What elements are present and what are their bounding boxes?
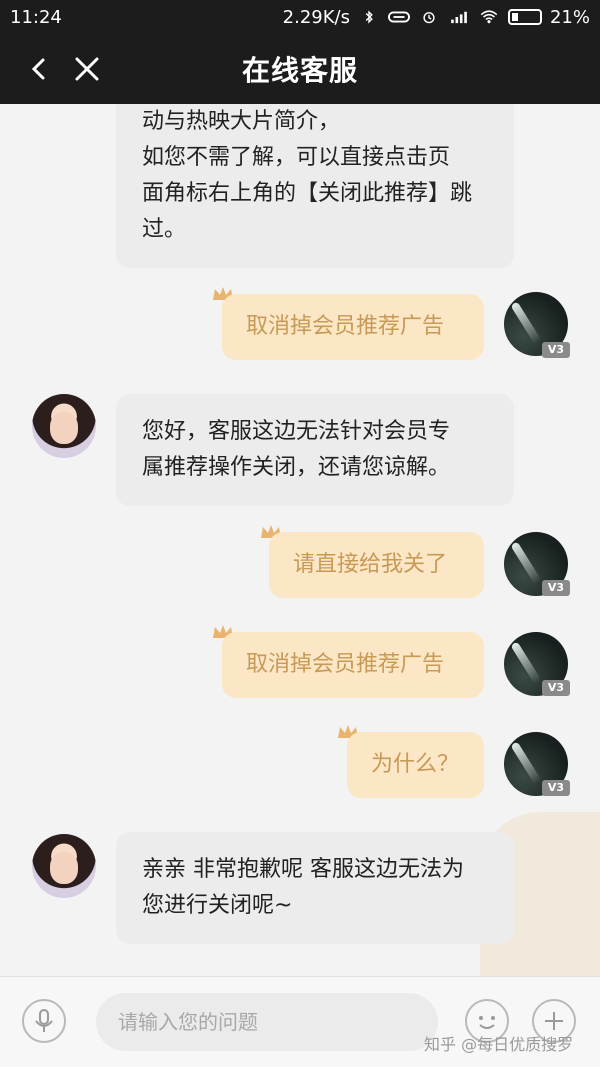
page-title: 在线客服 <box>241 54 358 87</box>
status-time: 11:24 <box>10 6 62 28</box>
message-line: 动与热映大片简介， <box>142 109 341 134</box>
signal-icon <box>451 11 467 24</box>
alarm-icon <box>423 12 435 24</box>
battery-icon <box>507 9 542 25</box>
vip-badge: V3 <box>542 342 570 358</box>
status-bar: 11:24 2.29K/s 21% <box>0 0 600 34</box>
message-line: 如您不需了解，可以直接点击页 <box>142 145 451 170</box>
voice-button[interactable] <box>22 999 66 1043</box>
close-icon[interactable] <box>70 52 104 86</box>
link-icon <box>387 11 410 23</box>
watermark-text: 知乎 @每日优质搜罗 <box>424 1035 574 1054</box>
vip-badge: V3 <box>542 680 570 696</box>
vip-badge: V3 <box>542 580 570 596</box>
agent-avatar[interactable] <box>32 394 96 458</box>
user-message: 请直接给我关了 <box>269 532 484 598</box>
user-message: 为什么？ <box>347 732 484 798</box>
input-bar: 知乎 @每日优质搜罗 <box>0 976 600 1067</box>
agent-message: 动与热映大片简介， 如您不需了解，可以直接点击页 面角标右上角的【关闭此推荐】跳… <box>116 104 514 268</box>
message-line: 亲亲 非常抱歉呢 客服这边无法为 <box>142 857 464 882</box>
message-text: 为什么？ <box>371 752 460 777</box>
battery-percent: 21% <box>549 6 590 28</box>
message-line: 面角标右上角的【关闭此推荐】跳 <box>142 181 473 206</box>
message-line: 过。 <box>142 217 187 242</box>
bluetooth-icon <box>365 10 373 24</box>
message-text: 请直接给我关了 <box>293 552 448 577</box>
message-line: 属推荐操作关闭，还请您谅解。 <box>142 455 451 480</box>
user-message: 取消掉会员推荐广告 <box>222 294 484 360</box>
agent-avatar[interactable] <box>32 834 96 898</box>
agent-message: 您好，客服这边无法针对会员专 属推荐操作关闭，还请您谅解。 <box>116 394 514 506</box>
message-text: 取消掉会员推荐广告 <box>246 652 445 677</box>
question-input[interactable] <box>96 993 438 1051</box>
user-message: 取消掉会员推荐广告 <box>222 632 484 698</box>
net-speed: 2.29K/s <box>282 6 350 28</box>
wifi-icon <box>480 10 498 24</box>
agent-message: 亲亲 非常抱歉呢 客服这边无法为 您进行关闭呢~ <box>116 832 514 944</box>
microphone-icon <box>35 1009 53 1032</box>
vip-badge: V3 <box>542 780 570 796</box>
message-text: 取消掉会员推荐广告 <box>246 314 445 339</box>
nav-bar: 在线客服 <box>0 34 600 104</box>
chat-area[interactable]: 动与热映大片简介， 如您不需了解，可以直接点击页 面角标右上角的【关闭此推荐】跳… <box>0 104 600 976</box>
message-line: 您进行关闭呢~ <box>142 893 293 918</box>
back-icon[interactable] <box>22 52 56 86</box>
message-line: 您好，客服这边无法针对会员专 <box>142 419 451 444</box>
